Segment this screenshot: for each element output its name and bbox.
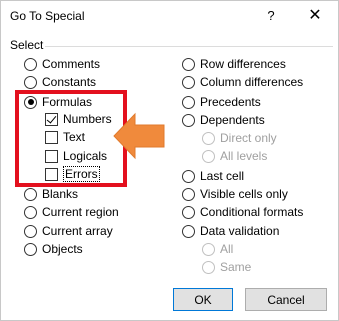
option-label: Comments <box>42 57 101 71</box>
option-constants[interactable]: Constants <box>24 74 96 90</box>
option-label: Blanks <box>42 187 79 201</box>
radio-icon <box>182 57 195 71</box>
option-label: All <box>220 242 234 256</box>
radio-icon <box>24 242 37 256</box>
radio-icon <box>182 95 195 109</box>
go-to-special-dialog: Go To Special ? ✕ Select Comments Consta… <box>0 0 339 321</box>
option-conditional-formats[interactable]: Conditional formats <box>182 204 303 220</box>
radio-icon <box>24 205 37 219</box>
radio-icon <box>182 113 195 127</box>
option-blanks[interactable]: Blanks <box>24 186 78 202</box>
option-label: Conditional formats <box>200 205 304 219</box>
radio-icon <box>202 149 215 163</box>
option-label: Row differences <box>200 57 286 71</box>
option-same[interactable]: Same <box>202 259 251 275</box>
radio-icon <box>24 224 37 238</box>
option-label: Precedents <box>200 95 261 109</box>
option-label: All levels <box>220 149 268 163</box>
option-data-validation[interactable]: Data validation <box>182 223 279 239</box>
option-label: Visible cells only <box>200 187 288 201</box>
radio-icon <box>202 260 215 274</box>
option-all[interactable]: All <box>202 241 233 257</box>
option-dependents[interactable]: Dependents <box>182 112 265 128</box>
left-arrow-icon <box>113 112 165 160</box>
title-bar: Go To Special ? ✕ <box>1 1 338 31</box>
option-label: Dependents <box>200 113 265 127</box>
option-label: Data validation <box>200 224 280 238</box>
option-visible-cells-only[interactable]: Visible cells only <box>182 186 288 202</box>
option-label: Constants <box>42 75 97 89</box>
select-group-label: Select <box>10 38 44 52</box>
group-divider <box>45 46 333 47</box>
radio-icon <box>202 131 215 145</box>
radio-icon <box>202 242 215 256</box>
radio-icon <box>182 224 195 238</box>
dialog-title: Go To Special <box>10 9 85 23</box>
radio-icon <box>182 205 195 219</box>
option-all-levels[interactable]: All levels <box>202 148 267 164</box>
highlight-box <box>15 90 127 187</box>
option-current-region[interactable]: Current region <box>24 204 119 220</box>
help-button[interactable]: ? <box>256 4 286 28</box>
option-label: Objects <box>42 242 83 256</box>
option-current-array[interactable]: Current array <box>24 223 113 239</box>
option-comments[interactable]: Comments <box>24 56 100 72</box>
option-last-cell[interactable]: Last cell <box>182 168 244 184</box>
radio-icon <box>182 187 195 201</box>
ok-button[interactable]: OK <box>173 288 233 311</box>
ok-label: OK <box>194 292 212 307</box>
option-row-differences[interactable]: Row differences <box>182 56 286 72</box>
option-precedents[interactable]: Precedents <box>182 94 261 110</box>
radio-icon <box>24 187 37 201</box>
radio-icon <box>24 75 37 89</box>
option-column-differences[interactable]: Column differences <box>182 74 303 90</box>
close-button[interactable]: ✕ <box>298 4 332 28</box>
radio-icon <box>182 169 195 183</box>
option-label: Current array <box>42 224 113 238</box>
radio-icon <box>182 75 195 89</box>
option-objects[interactable]: Objects <box>24 241 83 257</box>
option-label: Direct only <box>220 131 277 145</box>
option-label: Last cell <box>200 169 245 183</box>
option-label: Same <box>220 260 252 274</box>
option-label: Current region <box>42 205 119 219</box>
cancel-button[interactable]: Cancel <box>245 288 327 311</box>
option-direct-only[interactable]: Direct only <box>202 130 277 146</box>
cancel-label: Cancel <box>267 292 305 307</box>
option-label: Column differences <box>200 75 304 89</box>
radio-icon <box>24 57 37 71</box>
